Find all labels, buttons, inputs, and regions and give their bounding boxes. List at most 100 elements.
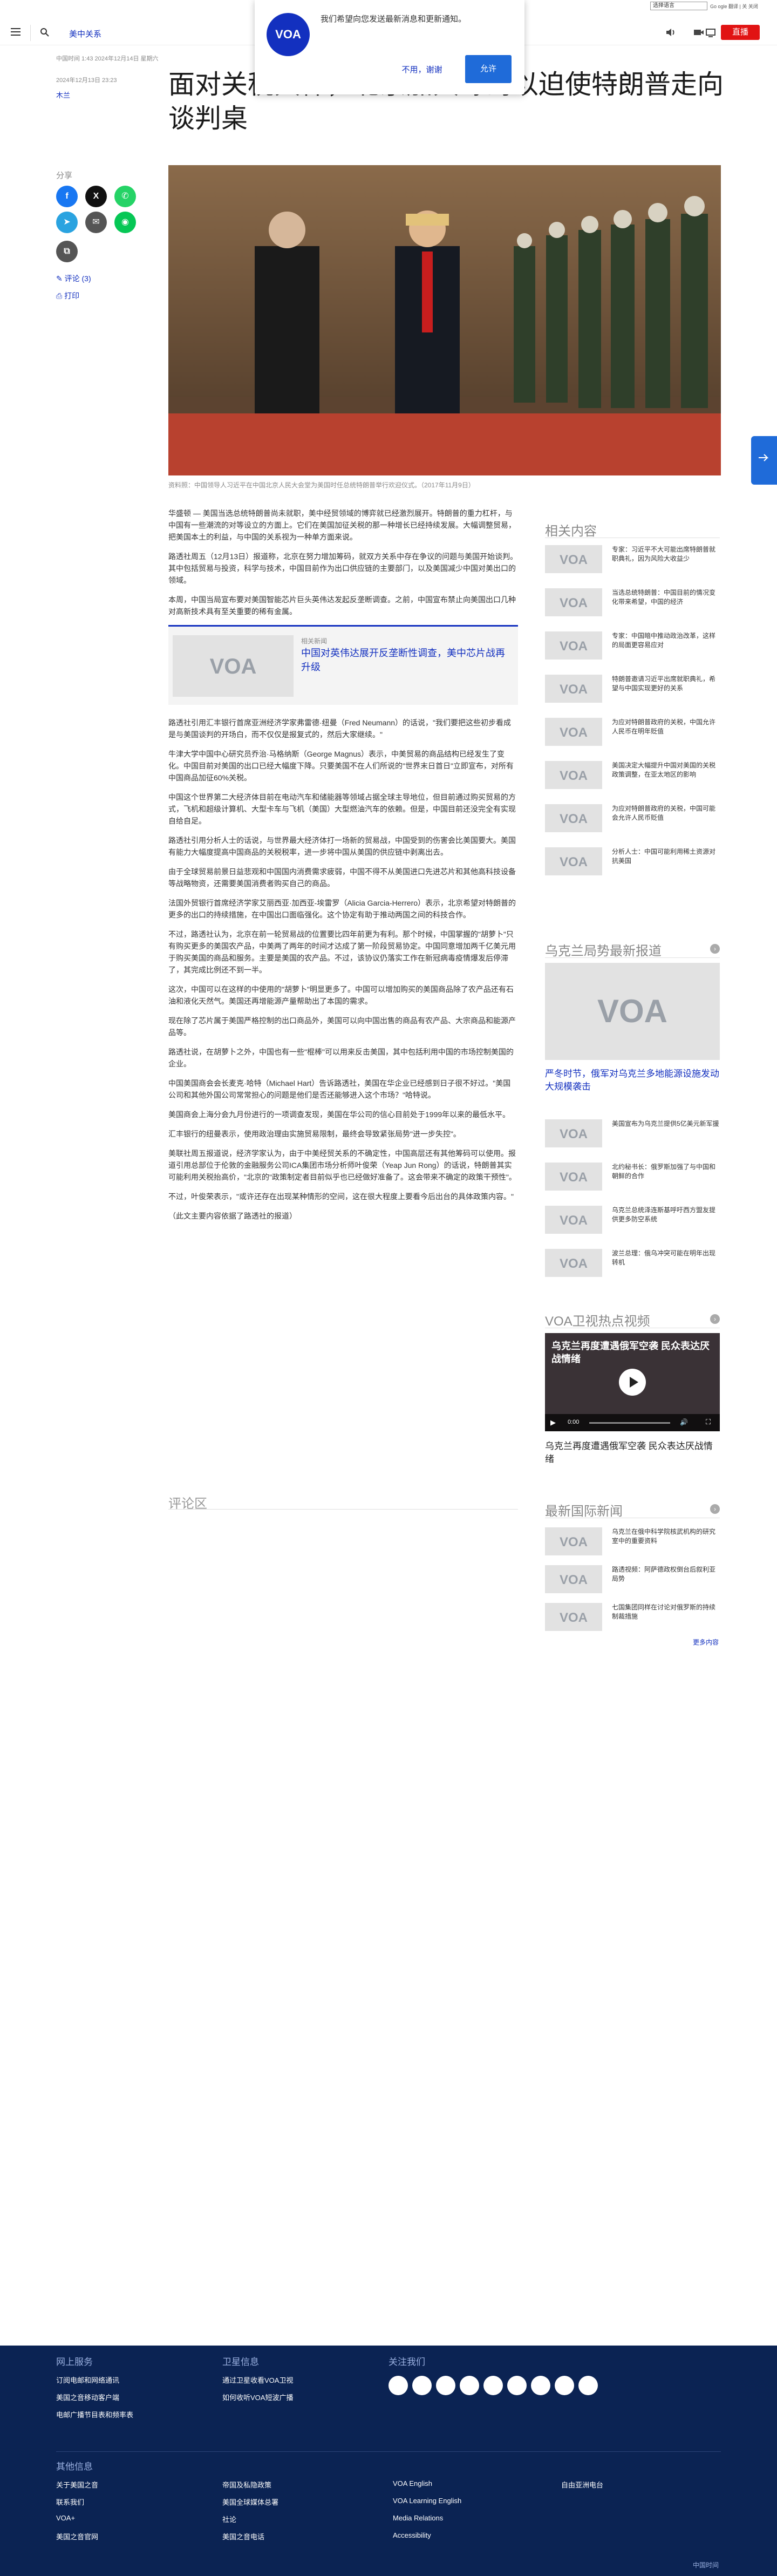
chevron-right-icon[interactable]: › [710, 944, 720, 954]
comments-link[interactable]: ✎ 评论 (3) [56, 273, 91, 284]
telegram-icon[interactable] [483, 2376, 503, 2395]
facebook-icon[interactable] [388, 2376, 408, 2395]
audio-icon[interactable] [665, 28, 677, 37]
copy-link-icon[interactable]: ⧉ [56, 241, 78, 262]
volume-icon[interactable]: 🔊 [680, 1418, 688, 1426]
sidebar-item-title[interactable]: 美国宣布为乌克兰提供5亿美元新军援 [612, 1119, 720, 1129]
footer-link[interactable]: 自由亚洲电台 [561, 2479, 603, 2490]
translate-links[interactable]: Go ogle 翻译 | 关 关闭 [710, 3, 758, 10]
footer-link[interactable]: 如何收听VOA短波广播 [222, 2392, 293, 2402]
svg-text:VOA: VOA [597, 993, 667, 1029]
chevron-right-icon[interactable]: › [710, 1504, 720, 1514]
youtube-icon[interactable] [436, 2376, 455, 2395]
sidebar-item-title[interactable]: 专家：中国暗中推动政治改革，这样的局面更容易应对 [612, 631, 720, 650]
sidebar-list-item[interactable]: VOA 北约秘书长：俄罗斯加强了与中国和朝鲜的合作 [545, 1160, 720, 1193]
footer-link[interactable]: 社论 [222, 2514, 236, 2524]
podcast-icon[interactable] [531, 2376, 550, 2395]
email-icon[interactable] [578, 2376, 598, 2395]
voa-thumbnail: VOA [545, 1527, 602, 1555]
footer-link[interactable]: Accessibility [393, 2531, 431, 2539]
sidebar-item-title[interactable]: 为应对特朗普政府的关税，中国可能会允许人民币贬值 [612, 804, 720, 823]
sidebar-list-item[interactable]: VOA 分析人士：中国可能利用稀土资源对抗美国 [545, 845, 720, 878]
sidebar-item-title[interactable]: 北约秘书长：俄罗斯加强了与中国和朝鲜的合作 [612, 1163, 720, 1181]
footer-link[interactable]: Media Relations [393, 2514, 443, 2522]
telegram-icon[interactable]: ➤ [56, 212, 78, 233]
instagram-icon[interactable] [460, 2376, 479, 2395]
decline-button[interactable]: 不用，谢谢 [393, 60, 451, 80]
sidebar-item-title[interactable]: 乌克兰在俄中科学院核武机构的研究室中的重要资料 [612, 1527, 720, 1546]
x-twitter-icon[interactable]: X [85, 186, 107, 207]
ukraine-feature-title[interactable]: 严冬时节，俄军对乌克兰多地能源设施发动大规模袭击 [545, 1068, 720, 1093]
whatsapp-icon[interactable] [507, 2376, 527, 2395]
footer-link[interactable]: 通过卫星收看VOA卫视 [222, 2375, 293, 2385]
footer-link[interactable]: VOA English [393, 2479, 432, 2487]
side-feedback-tab[interactable] [751, 436, 777, 485]
sidebar-item-title[interactable]: 特朗普邀请习近平出席就职典礼，希望与中国实现更好的关系 [612, 675, 720, 693]
sidebar-list-item[interactable]: VOA 美国宣布为乌克兰提供5亿美元新军援 [545, 1117, 720, 1150]
footer-link[interactable]: VOA+ [56, 2514, 75, 2522]
footer-link[interactable]: 电邮广播节目表和频率表 [56, 2409, 133, 2419]
search-icon[interactable] [40, 28, 50, 37]
sidebar-list-item[interactable]: VOA 专家：习近平不大可能出席特朗普就职典礼，因为风险大收益少 [545, 543, 720, 575]
whatsapp-icon[interactable]: ✆ [114, 186, 136, 207]
sidebar-list-item[interactable]: VOA 路透视频：阿萨德政权倒台后叙利亚局势 [545, 1563, 720, 1595]
related-title[interactable]: 中国对英伟达展开反垄断性调查，美中芯片战再升级 [301, 646, 506, 674]
footer-link[interactable]: VOA Learning English [393, 2497, 461, 2505]
sidebar-item-title[interactable]: 美国决定大幅提升中国对美国的关税政策调整，在亚太地区的影响 [612, 761, 720, 779]
language-select[interactable]: 选择语言 [650, 2, 707, 10]
play-icon[interactable] [619, 1369, 646, 1396]
fullscreen-icon[interactable]: ⛶ [706, 1418, 711, 1426]
allow-button[interactable]: 允许 [465, 55, 512, 83]
footer-link[interactable]: 关于美国之音 [56, 2479, 98, 2490]
footer-link[interactable]: 美国全球媒体总署 [222, 2497, 278, 2507]
sidebar-item-title[interactable]: 专家：习近平不大可能出席特朗普就职典礼，因为风险大收益少 [612, 545, 720, 563]
email-icon[interactable]: ✉ [85, 212, 107, 233]
section-title[interactable]: 美中关系 [69, 28, 101, 39]
video-player[interactable]: 乌克兰再度遭遇俄军空袭 民众表达厌战情绪 ▶ 0:00 🔊 ⛶ [545, 1333, 720, 1431]
sidebar-item-title[interactable]: 乌克兰总统泽连斯基呼吁西方盟友提供更多防空系统 [612, 1206, 720, 1224]
sidebar-item-title[interactable]: 当选总统特朗普：中国目前的情况变化带来希望，中国的经济 [612, 588, 720, 607]
footer-link[interactable]: 美国之音移动客户端 [56, 2392, 119, 2402]
video-caption[interactable]: 乌克兰再度遭遇俄军空袭 民众表达厌战情绪 [545, 1440, 720, 1466]
live-button[interactable]: 直播 [721, 25, 760, 40]
footer-link[interactable]: 帝国及私隐政策 [222, 2479, 271, 2490]
sidebar-item-title[interactable]: 路透视频：阿萨德政权倒台后叙利亚局势 [612, 1565, 720, 1583]
footer-link[interactable]: 美国之音电话 [222, 2531, 264, 2541]
rss-icon[interactable] [555, 2376, 574, 2395]
tv-icon[interactable] [705, 28, 717, 37]
sidebar-intl-title[interactable]: 最新国际新闻 [545, 1500, 623, 1519]
line-icon[interactable]: ◉ [114, 212, 136, 233]
sidebar-list-item[interactable]: VOA 专家：中国暗中推动政治改革，这样的局面更容易应对 [545, 629, 720, 662]
ukraine-feature-thumbnail[interactable]: VOA [545, 963, 720, 1060]
footer-link[interactable]: 联系我们 [56, 2497, 84, 2507]
menu-icon[interactable] [11, 28, 21, 36]
sidebar-list-item[interactable]: VOA 美国决定大幅提升中国对美国的关税政策调整，在亚太地区的影响 [545, 759, 720, 791]
sidebar-item-title[interactable]: 七国集团同样在讨论对俄罗斯的持续制裁措施 [612, 1603, 720, 1621]
facebook-icon[interactable]: f [56, 186, 78, 207]
sidebar-video-title[interactable]: VOA卫视热点视频 [545, 1310, 650, 1329]
article-byline[interactable]: 木兰 [56, 90, 70, 100]
voa-thumbnail: VOA [545, 1119, 602, 1147]
sidebar-list-item[interactable]: VOA 特朗普邀请习近平出席就职典礼，希望与中国实现更好的关系 [545, 672, 720, 705]
footer-link[interactable]: 订阅电邮和网络通讯 [56, 2375, 119, 2385]
related-article-card[interactable]: VOA 相关新闻 中国对英伟达展开反垄断性调查，美中芯片战再升级 [168, 625, 518, 705]
print-link[interactable]: ⎙ 打印 [56, 290, 79, 301]
sidebar-list-item[interactable]: VOA 乌克兰总统泽连斯基呼吁西方盟友提供更多防空系统 [545, 1204, 720, 1236]
sidebar-item-title[interactable]: 为应对特朗普政府的关税，中国允许人民币在明年贬值 [612, 718, 720, 736]
more-link[interactable]: 更多内容 [693, 1637, 719, 1647]
chevron-right-icon[interactable]: › [710, 1314, 720, 1324]
sidebar-list-item[interactable]: VOA 当选总统特朗普：中国目前的情况变化带来希望，中国的经济 [545, 586, 720, 618]
sidebar-list-item[interactable]: VOA 为应对特朗普政府的关税，中国可能会允许人民币贬值 [545, 802, 720, 834]
sidebar-list-item[interactable]: VOA 乌克兰在俄中科学院核武机构的研究室中的重要资料 [545, 1525, 720, 1558]
sidebar-list-item[interactable]: VOA 为应对特朗普政府的关税，中国允许人民币在明年贬值 [545, 716, 720, 748]
sidebar-list-item[interactable]: VOA 波兰总理：俄乌冲突可能在明年出现转机 [545, 1247, 720, 1279]
x-twitter-icon[interactable] [412, 2376, 432, 2395]
sidebar-ukraine-title[interactable]: 乌克兰局势最新报道 [545, 940, 662, 959]
sidebar-list-item[interactable]: VOA 七国集团同样在讨论对俄罗斯的持续制裁措施 [545, 1601, 720, 1633]
footer-link[interactable]: 美国之音官网 [56, 2531, 98, 2541]
sidebar-item-title[interactable]: 分析人士：中国可能利用稀土资源对抗美国 [612, 847, 720, 866]
sidebar-item-title[interactable]: 波兰总理：俄乌冲突可能在明年出现转机 [612, 1249, 720, 1267]
video-icon[interactable] [693, 28, 705, 37]
play-small-icon[interactable]: ▶ [550, 1418, 556, 1427]
video-progress-bar[interactable] [589, 1422, 670, 1424]
